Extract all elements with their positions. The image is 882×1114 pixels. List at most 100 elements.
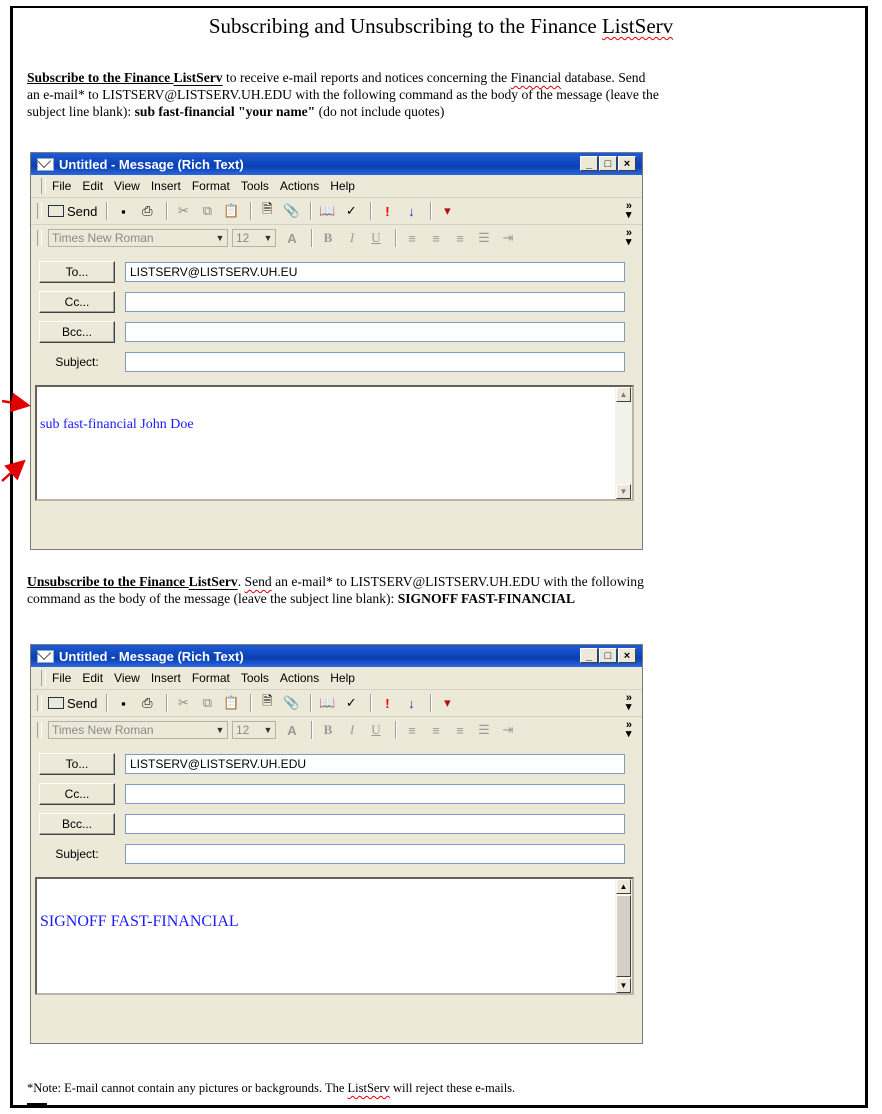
body-scrollbar[interactable]: ▲ ▼ xyxy=(615,879,632,993)
check-names-icon[interactable]: ✓ xyxy=(341,201,361,221)
print-icon[interactable]: ⎙ xyxy=(137,693,157,713)
font-name-select[interactable]: Times New Roman ▼ xyxy=(48,721,228,739)
low-importance-icon[interactable]: ↓ xyxy=(401,693,421,713)
font-name-select[interactable]: Times New Roman ▼ xyxy=(48,229,228,247)
align-center-icon[interactable]: ≡ xyxy=(426,228,446,248)
align-left-icon[interactable]: ≡ xyxy=(402,228,422,248)
cc-field[interactable] xyxy=(125,784,625,804)
font-size-select[interactable]: 12 ▼ xyxy=(232,229,276,247)
indent-icon[interactable]: ⇥ xyxy=(498,720,518,740)
menu-format[interactable]: Format xyxy=(192,671,230,685)
bcc-button[interactable]: Bcc... xyxy=(39,813,115,835)
to-field[interactable]: LISTSERV@LISTSERV.UH.EDU xyxy=(125,754,625,774)
copy-icon[interactable]: ⧉ xyxy=(197,201,217,221)
menu-edit[interactable]: Edit xyxy=(82,671,103,685)
save-icon[interactable]: ▪ xyxy=(113,201,133,221)
bcc-button[interactable]: Bcc... xyxy=(39,321,115,343)
send-button[interactable]: Send xyxy=(48,201,97,221)
scroll-up-button[interactable]: ▲ xyxy=(616,387,631,402)
insert-file-icon[interactable]: 🗎 xyxy=(257,201,277,221)
cut-icon[interactable]: ✂ xyxy=(173,201,193,221)
print-icon[interactable]: ⎙ xyxy=(137,201,157,221)
send-button[interactable]: Send xyxy=(48,693,97,713)
attach-icon[interactable]: 📎 xyxy=(281,693,301,713)
window-titlebar[interactable]: Untitled - Message (Rich Text) _ □ × xyxy=(31,645,642,667)
insert-file-icon[interactable]: 🗎 xyxy=(257,693,277,713)
to-field[interactable]: LISTSERV@LISTSERV.UH.EU xyxy=(125,262,625,282)
menu-insert[interactable]: Insert xyxy=(151,179,181,193)
menu-tools[interactable]: Tools xyxy=(241,179,269,193)
close-button[interactable]: × xyxy=(618,648,636,663)
menu-edit[interactable]: Edit xyxy=(82,179,103,193)
italic-icon[interactable]: I xyxy=(342,228,362,248)
bullets-icon[interactable]: ☰ xyxy=(474,228,494,248)
italic-icon[interactable]: I xyxy=(342,720,362,740)
message-body[interactable]: SIGNOFF FAST-FINANCIAL ▲ ▼ xyxy=(35,877,634,995)
toolbar-options-icon[interactable]: » ▾ xyxy=(626,693,632,713)
toolbar-options-icon[interactable]: » ▾ xyxy=(626,201,632,221)
maximize-button[interactable]: □ xyxy=(599,156,617,171)
menu-format[interactable]: Format xyxy=(192,179,230,193)
menu-help[interactable]: Help xyxy=(330,179,355,193)
attach-icon[interactable]: 📎 xyxy=(281,201,301,221)
copy-icon[interactable]: ⧉ xyxy=(197,693,217,713)
bcc-field[interactable] xyxy=(125,322,625,342)
cc-button[interactable]: Cc... xyxy=(39,291,115,313)
align-left-icon[interactable]: ≡ xyxy=(402,720,422,740)
save-icon[interactable]: ▪ xyxy=(113,693,133,713)
align-right-icon[interactable]: ≡ xyxy=(450,720,470,740)
check-names-icon[interactable]: ✓ xyxy=(341,693,361,713)
scroll-down-button[interactable]: ▼ xyxy=(616,978,631,993)
bcc-field[interactable] xyxy=(125,814,625,834)
high-importance-icon[interactable]: ! xyxy=(377,201,397,221)
align-right-icon[interactable]: ≡ xyxy=(450,228,470,248)
bold-icon[interactable]: B xyxy=(318,228,338,248)
scroll-up-button[interactable]: ▲ xyxy=(616,879,631,894)
to-button[interactable]: To... xyxy=(39,261,115,283)
scroll-down-button[interactable]: ▼ xyxy=(616,484,631,499)
menu-insert[interactable]: Insert xyxy=(151,671,181,685)
font-size-select[interactable]: 12 ▼ xyxy=(232,721,276,739)
bullets-icon[interactable]: ☰ xyxy=(474,720,494,740)
body-scrollbar[interactable]: ▲ ▼ xyxy=(615,387,632,499)
menu-view[interactable]: View xyxy=(114,179,140,193)
menu-view[interactable]: View xyxy=(114,671,140,685)
flag-icon[interactable]: ▾ xyxy=(437,201,457,221)
message-body[interactable]: sub fast-financial John Doe ▲ ▼ xyxy=(35,385,634,501)
address-book-icon[interactable]: 📖 xyxy=(317,693,337,713)
window-titlebar[interactable]: Untitled - Message (Rich Text) _ □ × xyxy=(31,153,642,175)
envelope-icon xyxy=(37,157,54,171)
scroll-thumb[interactable] xyxy=(616,895,631,977)
minimize-button[interactable]: _ xyxy=(580,156,598,171)
maximize-button[interactable]: □ xyxy=(599,648,617,663)
flag-icon[interactable]: ▾ xyxy=(437,693,457,713)
underline-icon[interactable]: U xyxy=(366,720,386,740)
align-center-icon[interactable]: ≡ xyxy=(426,720,446,740)
high-importance-icon[interactable]: ! xyxy=(377,693,397,713)
paste-icon[interactable]: 📋 xyxy=(221,201,241,221)
address-book-icon[interactable]: 📖 xyxy=(317,201,337,221)
minimize-button[interactable]: _ xyxy=(580,648,598,663)
subject-field[interactable] xyxy=(125,844,625,864)
cut-icon[interactable]: ✂ xyxy=(173,693,193,713)
cc-field[interactable] xyxy=(125,292,625,312)
close-button[interactable]: × xyxy=(618,156,636,171)
menu-help[interactable]: Help xyxy=(330,671,355,685)
menu-actions[interactable]: Actions xyxy=(280,179,319,193)
subject-field[interactable] xyxy=(125,352,625,372)
menu-tools[interactable]: Tools xyxy=(241,671,269,685)
indent-icon[interactable]: ⇥ xyxy=(498,228,518,248)
menu-file[interactable]: File xyxy=(52,671,71,685)
bold-icon[interactable]: B xyxy=(318,720,338,740)
underline-icon[interactable]: U xyxy=(366,228,386,248)
low-importance-icon[interactable]: ↓ xyxy=(401,201,421,221)
to-button[interactable]: To... xyxy=(39,753,115,775)
menu-actions[interactable]: Actions xyxy=(280,671,319,685)
paste-icon[interactable]: 📋 xyxy=(221,693,241,713)
format-options-icon[interactable]: » ▾ xyxy=(626,720,632,740)
font-color-icon[interactable]: A xyxy=(282,228,302,248)
format-options-icon[interactable]: » ▾ xyxy=(626,228,632,248)
menu-file[interactable]: File xyxy=(52,179,71,193)
cc-button[interactable]: Cc... xyxy=(39,783,115,805)
font-color-icon[interactable]: A xyxy=(282,720,302,740)
